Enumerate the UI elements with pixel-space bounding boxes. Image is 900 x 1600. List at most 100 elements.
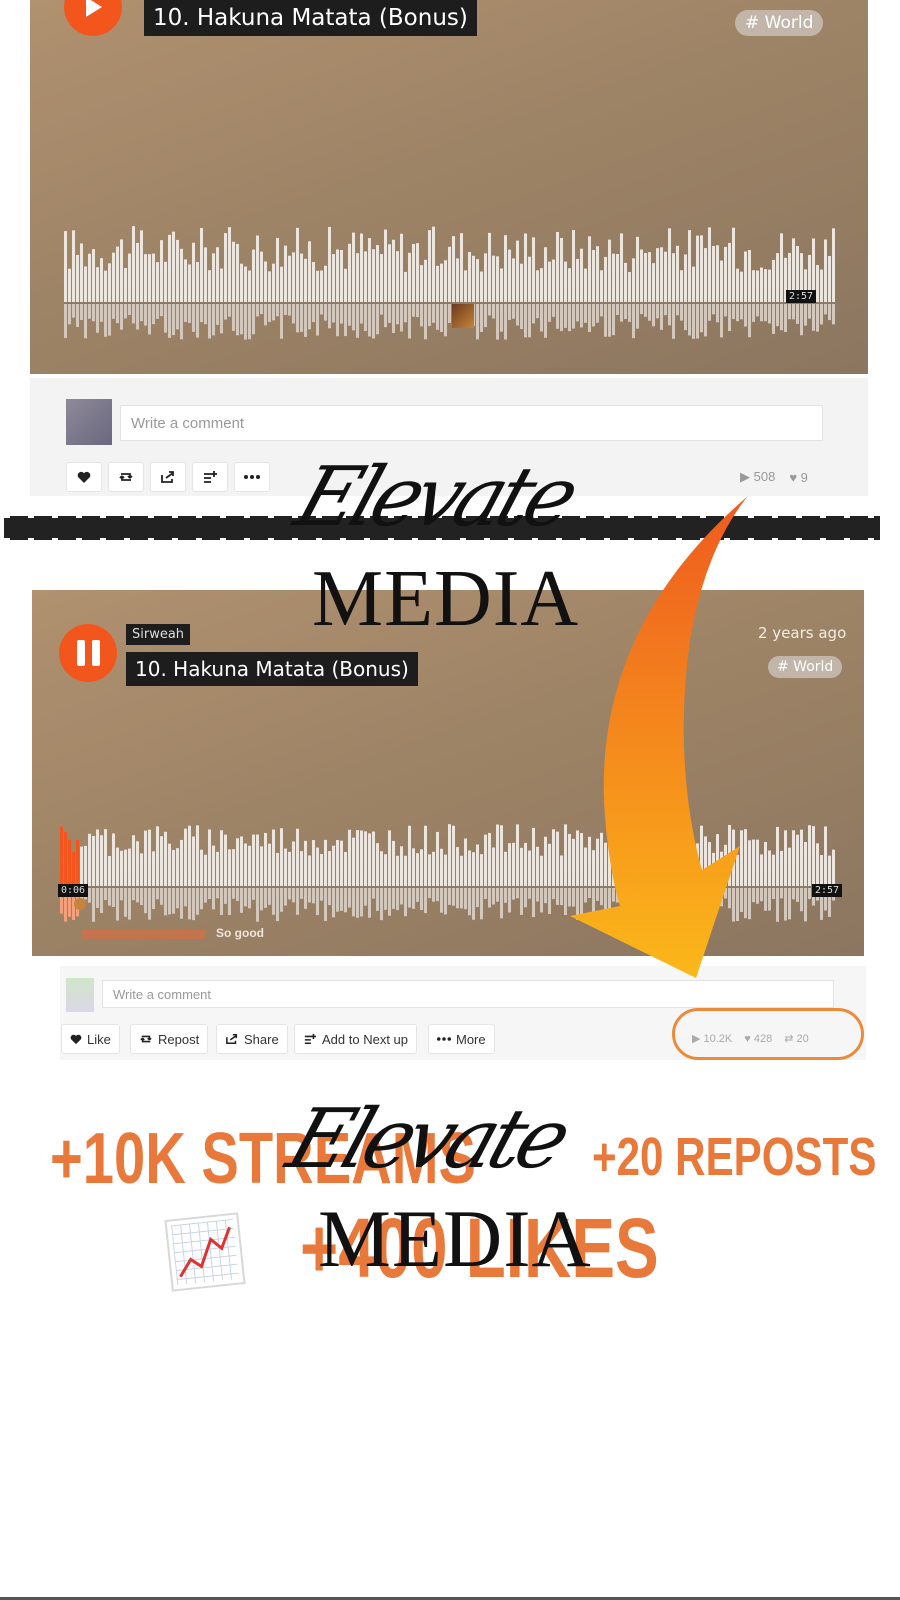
waveform-bar — [84, 304, 87, 339]
waveform-bar — [236, 304, 239, 336]
waveform-bar — [456, 847, 459, 886]
waveform-bar — [508, 249, 511, 302]
waveform-bar — [104, 304, 107, 337]
waveform-bar — [520, 304, 523, 330]
waveform-bar — [380, 254, 383, 302]
waveform-bar — [712, 852, 715, 886]
artist-name[interactable]: Sirweah — [126, 624, 191, 645]
comment-input[interactable]: Write a comment — [102, 980, 834, 1008]
waveform-bar — [344, 888, 347, 913]
waveform-bar — [384, 304, 387, 328]
comment-marker-avatar[interactable] — [74, 898, 86, 910]
like-button[interactable]: Like — [61, 1024, 120, 1054]
play-button[interactable] — [64, 0, 122, 36]
waveform-bar — [448, 888, 451, 905]
waveform-bar — [572, 888, 575, 907]
waveform-bar — [676, 245, 679, 302]
share-button[interactable] — [150, 462, 186, 492]
waveform-bar — [236, 243, 239, 302]
waveform-bar — [520, 263, 523, 302]
track-title[interactable]: 10. Hakuna Matata (Bonus) — [126, 652, 418, 686]
waveform-bar — [568, 304, 571, 332]
waveform-bar — [400, 304, 403, 332]
waveform-comment-text: So good — [216, 926, 264, 940]
pause-button[interactable] — [59, 624, 117, 682]
waveform-bar — [240, 836, 243, 886]
comment-marker-avatar[interactable] — [452, 304, 474, 328]
waveform[interactable] — [64, 222, 836, 342]
repost-button[interactable]: Repost — [130, 1024, 209, 1054]
add-to-next-up-button[interactable]: Add to Next up — [294, 1024, 417, 1054]
waveform-bar — [304, 304, 307, 337]
waveform[interactable] — [60, 820, 836, 924]
play-icon — [86, 0, 102, 17]
repost-icon — [119, 473, 133, 481]
waveform-bar — [328, 888, 331, 906]
waveform-bar — [248, 304, 251, 340]
waveform-bar — [332, 888, 335, 918]
genre-tag[interactable]: # World — [768, 656, 843, 678]
repost-button[interactable] — [108, 462, 144, 492]
track-player-top: 10. Hakuna Matata (Bonus) # World 2:57 — [30, 0, 868, 374]
waveform-bar — [172, 850, 175, 886]
genre-tag[interactable]: # World — [735, 10, 824, 36]
waveform-comment-user[interactable] — [82, 930, 206, 939]
waveform-bar — [524, 888, 527, 908]
waveform-bar — [480, 271, 483, 302]
waveform-bar — [220, 830, 223, 886]
waveform-bar — [396, 304, 399, 325]
more-button[interactable] — [234, 462, 270, 492]
waveform-bar — [740, 888, 743, 913]
waveform-bar — [80, 304, 83, 321]
waveform-bar — [368, 304, 371, 337]
waveform-bar — [576, 888, 579, 920]
waveform-bar — [244, 304, 247, 340]
waveform-bar — [380, 888, 383, 921]
waveform-bar — [620, 853, 623, 886]
waveform-bar — [752, 270, 755, 302]
waveform-bar — [228, 304, 231, 317]
waveform-bar — [340, 888, 343, 911]
waveform-bar — [268, 888, 271, 905]
add-to-next-up-button[interactable] — [192, 462, 228, 492]
waveform-bar — [376, 843, 379, 886]
waveform-bar — [260, 251, 263, 302]
waveform-bar — [552, 829, 555, 886]
waveform-bar — [308, 855, 311, 886]
waveform-bar — [640, 854, 643, 886]
waveform-bar — [732, 829, 735, 886]
waveform-bar — [672, 253, 675, 302]
like-button[interactable] — [66, 462, 102, 492]
waveform-bar — [256, 304, 259, 317]
waveform-bar — [584, 268, 587, 302]
waveform-bar — [372, 304, 375, 339]
waveform-bar — [248, 888, 251, 909]
more-button[interactable]: More — [428, 1024, 495, 1054]
waveform-bar — [300, 888, 303, 899]
waveform-bar — [148, 254, 151, 302]
waveform-bar — [180, 248, 183, 302]
comment-input[interactable]: Write a comment — [120, 405, 823, 441]
waveform-bar — [624, 262, 627, 302]
track-title[interactable]: 10. Hakuna Matata (Bonus) — [144, 0, 477, 36]
waveform-bar — [392, 888, 395, 909]
waveform-bar — [344, 268, 347, 302]
waveform-bar — [736, 888, 739, 921]
waveform-bar — [556, 304, 559, 329]
share-button[interactable]: Share — [216, 1024, 288, 1054]
waveform-bar — [672, 888, 675, 904]
waveform-bar — [512, 842, 515, 886]
waveform-bar — [236, 888, 239, 901]
waveform-bar — [728, 824, 731, 886]
waveform-bar — [700, 888, 703, 917]
waveform-bar — [364, 304, 367, 331]
waveform-bar — [224, 834, 227, 886]
waveform-bar — [580, 248, 583, 302]
waveform-bar — [664, 831, 667, 886]
waveform-bar — [708, 888, 711, 912]
waveform-bar — [132, 304, 135, 324]
waveform-bar — [672, 825, 675, 886]
waveform-bar — [376, 888, 379, 911]
waveform-bar — [168, 843, 171, 886]
waveform-bar — [192, 304, 195, 332]
